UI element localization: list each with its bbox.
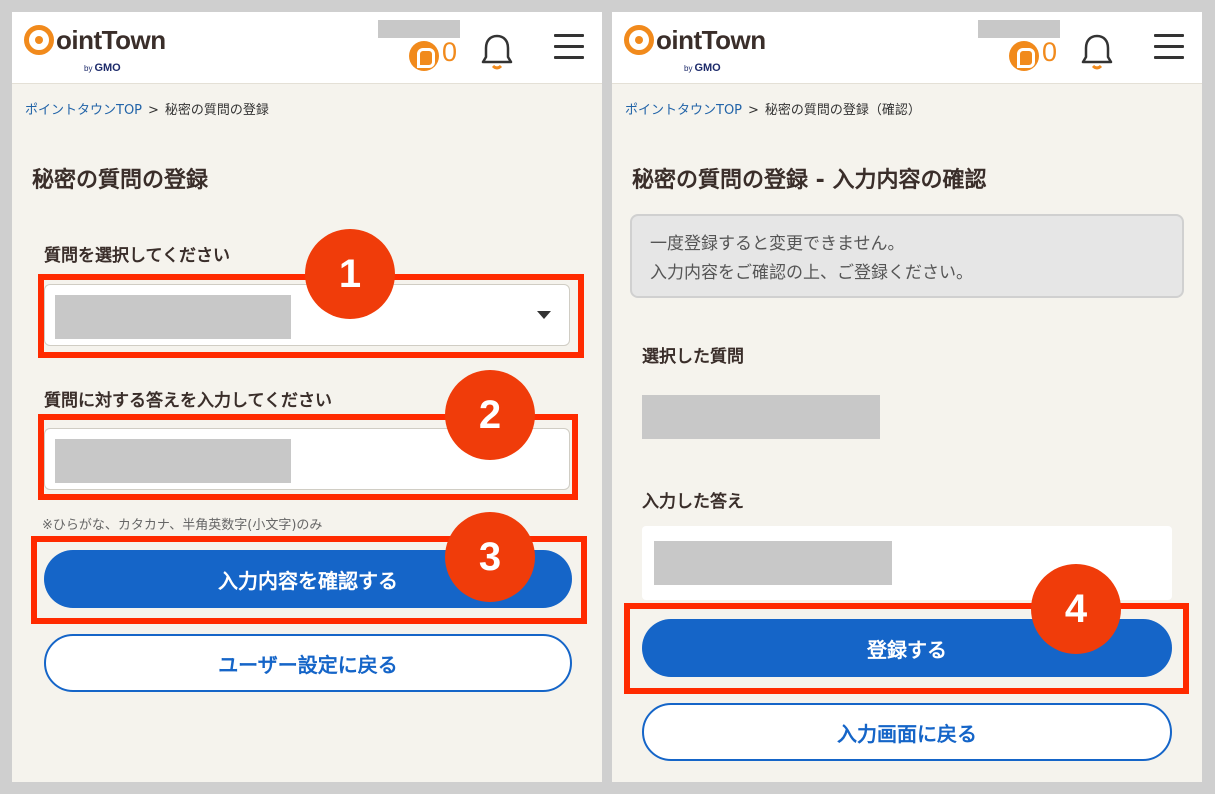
site-header: ointTown by GMO 0 [12,12,602,84]
breadcrumb: ポイントタウンTOP > 秘密の質問の登録（確認） [625,103,921,118]
callout-3: 3 [445,512,535,602]
logo-text: ointTown [656,24,766,55]
selected-question-label: 選択した質問 [642,347,744,367]
breadcrumb-current: 秘密の質問の登録（確認） [764,103,921,118]
point-coin-icon[interactable] [409,41,439,71]
breadcrumb-home-link[interactable]: ポイントタウンTOP [625,103,742,118]
entered-answer-value-redacted [654,541,892,585]
notice-line-2: 入力内容をご確認の上、ご登録ください。 [650,263,973,283]
callout-2: 2 [445,370,535,460]
breadcrumb: ポイントタウンTOP > 秘密の質問の登録 [25,103,269,118]
input-note: ※ひらがな、カタカナ、半角英数字(小文字)のみ [42,518,323,533]
logo-text: ointTown [56,24,166,55]
page-title: 秘密の質問の登録 - 入力内容の確認 [632,168,987,193]
page-title: 秘密の質問の登録 [32,168,209,193]
selected-question-value-redacted [642,395,880,439]
logo-p-icon [624,25,654,55]
entered-answer-label: 入力した答え [642,492,744,512]
site-header: ointTown by GMO 0 [612,12,1202,84]
back-to-input-button[interactable]: 入力画面に戻る [642,703,1172,761]
notice-box: 一度登録すると変更できません。 入力内容をご確認の上、ご登録ください。 [630,214,1184,298]
hamburger-menu-icon[interactable] [1154,34,1184,62]
breadcrumb-home-link[interactable]: ポイントタウンTOP [25,103,142,118]
logo-p-icon [24,25,54,55]
pointtown-logo[interactable]: ointTown by GMO [624,20,794,78]
logo-company: GMO [94,62,121,74]
point-count[interactable]: 0 [442,37,457,68]
callout-4: 4 [1031,564,1121,654]
pointtown-logo[interactable]: ointTown by GMO [24,20,194,78]
back-to-user-settings-button[interactable]: ユーザー設定に戻る [44,634,572,692]
user-name-redacted [978,20,1060,38]
question-label: 質問を選択してください [44,246,230,266]
answer-label: 質問に対する答えを入力してください [44,391,332,411]
logo-company: GMO [694,62,721,74]
breadcrumb-current: 秘密の質問の登録 [164,103,269,118]
user-name-redacted [378,20,460,38]
notice-line-1: 一度登録すると変更できません。 [650,234,905,254]
hamburger-menu-icon[interactable] [554,34,584,62]
callout-1: 1 [305,229,395,319]
point-coin-icon[interactable] [1009,41,1039,71]
bell-icon[interactable] [479,32,515,72]
bell-icon[interactable] [1079,32,1115,72]
point-count[interactable]: 0 [1042,37,1057,68]
